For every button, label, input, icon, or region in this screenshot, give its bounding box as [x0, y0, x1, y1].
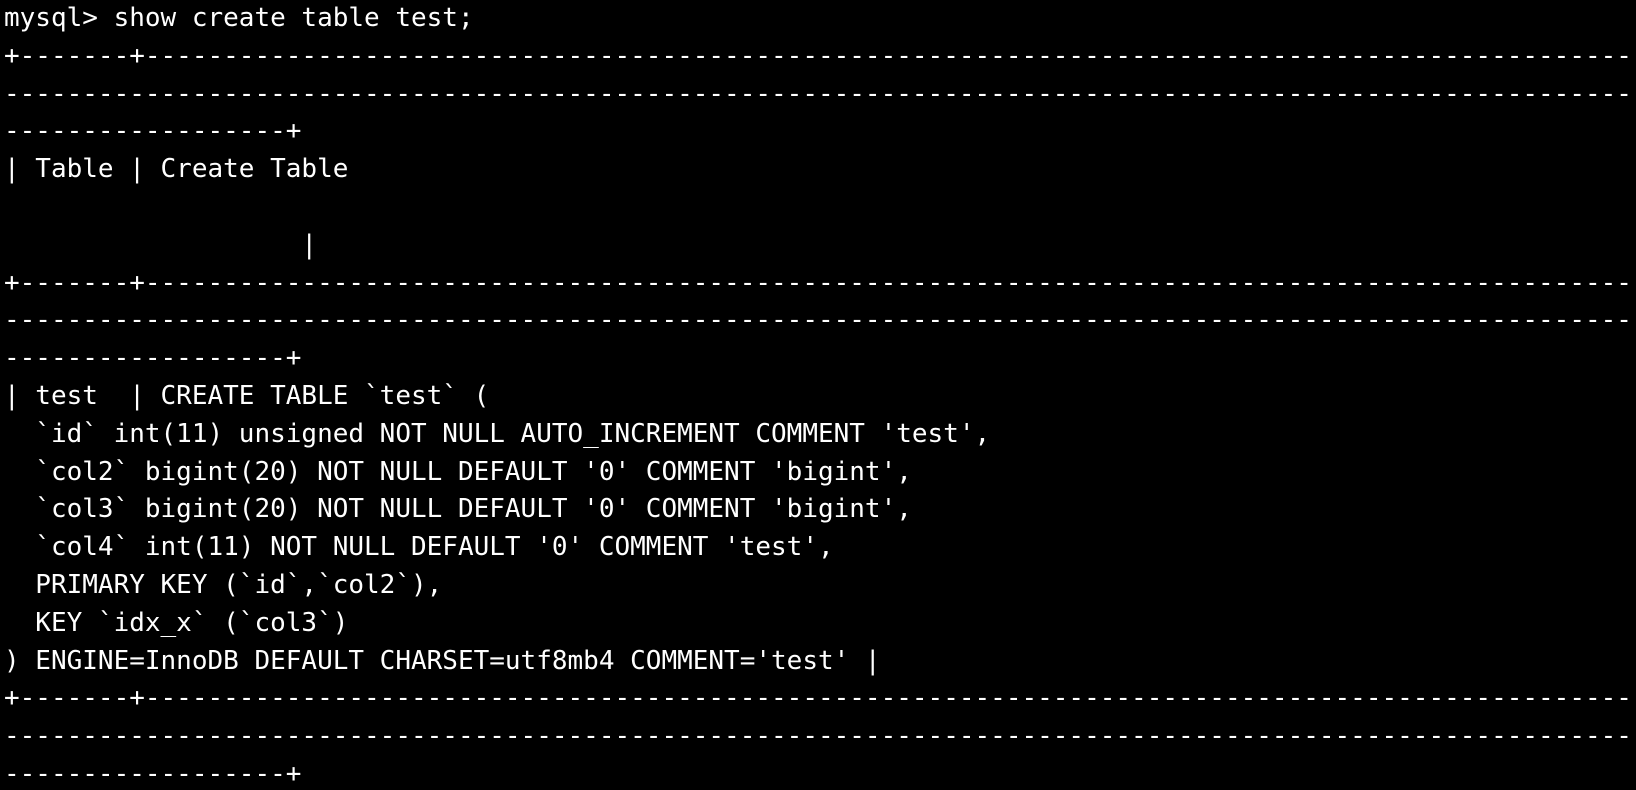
ddl-line-primary-key: PRIMARY KEY (`id`,`col2`), [4, 569, 443, 600]
command-text: show create table test; [113, 3, 474, 33]
ddl-line-key: KEY `idx_x` (`col3`) [4, 607, 349, 638]
table-border-bottom-3: ------------------+ [4, 758, 302, 789]
table-border-top-3: ------------------+ [4, 116, 302, 147]
table-border-bottom-1: +-------+-------------------------------… [4, 683, 1636, 714]
table-border-mid-2: ----------------------------------------… [4, 305, 1636, 336]
mysql-prompt: mysql> [4, 3, 114, 33]
ddl-line-id: `id` int(11) unsigned NOT NULL AUTO_INCR… [4, 418, 991, 449]
table-header-blank [4, 189, 1636, 227]
table-border-mid-1: +-------+-------------------------------… [4, 267, 1636, 298]
table-border-top-2: ----------------------------------------… [4, 78, 1636, 109]
command-line: mysql> show create table test; [4, 0, 1636, 38]
table-border-top-1: +-------+-------------------------------… [4, 40, 1636, 71]
table-border-bottom-2: ----------------------------------------… [4, 721, 1636, 752]
table-header-end: | [4, 229, 318, 260]
table-header-row: | Table | Create Table [4, 154, 349, 185]
ddl-line-col2: `col2` bigint(20) NOT NULL DEFAULT '0' C… [4, 456, 912, 487]
table-border-mid-3: ------------------+ [4, 343, 302, 374]
ddl-line-engine: ) ENGINE=InnoDB DEFAULT CHARSET=utf8mb4 … [4, 645, 881, 676]
table-data-row-start: | test | CREATE TABLE `test` ( [4, 380, 490, 411]
ddl-line-col3: `col3` bigint(20) NOT NULL DEFAULT '0' C… [4, 494, 912, 525]
terminal-window[interactable]: mysql> show create table test; +-------+… [0, 0, 1636, 790]
ddl-line-col4: `col4` int(11) NOT NULL DEFAULT '0' COMM… [4, 532, 834, 563]
